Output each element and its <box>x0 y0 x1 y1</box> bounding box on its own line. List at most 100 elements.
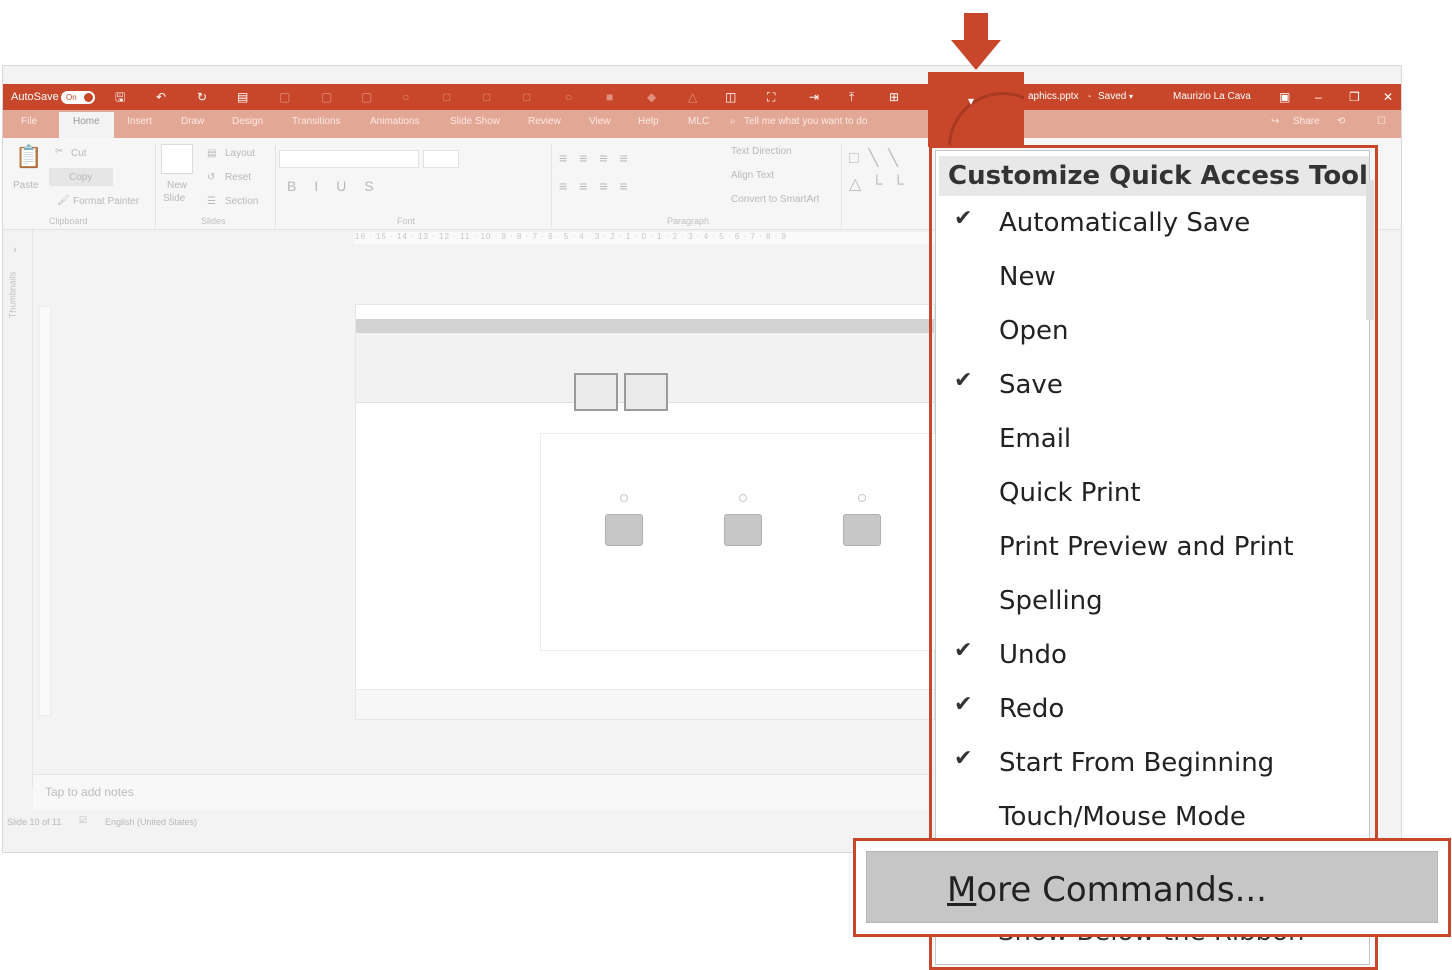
section-button[interactable]: Section <box>225 196 258 207</box>
qat-icon-8[interactable]: ○ <box>565 87 572 107</box>
tab-design[interactable]: Design <box>232 116 263 127</box>
menu-item-print-preview-and-print[interactable]: Print Preview and Print <box>936 522 1369 576</box>
layout-icon[interactable]: ▤ <box>207 148 216 159</box>
tab-draw[interactable]: Draw <box>181 116 204 127</box>
font-format-icons[interactable]: BIUS <box>287 178 392 194</box>
language-status[interactable]: English (United States) <box>105 817 197 827</box>
menu-item-new[interactable]: New <box>936 252 1369 306</box>
section-icon[interactable]: ☰ <box>207 196 216 207</box>
qat-icon-4[interactable]: ○ <box>402 87 409 107</box>
tab-help[interactable]: Help <box>638 116 659 127</box>
decorative-ring <box>948 92 1024 147</box>
qat-icon-10[interactable]: ◆ <box>647 87 656 107</box>
align-text-button[interactable]: Align Text <box>731 170 774 181</box>
menu-item-label: Email <box>999 424 1072 454</box>
table-icon[interactable]: ⊞ <box>889 87 899 107</box>
tab-mlc[interactable]: MLC <box>688 116 709 127</box>
paste-icon[interactable]: 📋 <box>15 144 42 170</box>
customize-qat-dropdown-button[interactable]: ▾ <box>928 72 1024 147</box>
font-size-box[interactable] <box>423 150 459 168</box>
align-right-icon[interactable]: ⇥ <box>809 87 819 107</box>
distribute-icon[interactable]: ◫ <box>725 87 736 107</box>
qat-icon-1[interactable]: ▢ <box>279 87 290 107</box>
qat-icon-7[interactable]: □ <box>523 87 530 107</box>
clipboard-group-label: Clipboard <box>49 216 88 226</box>
saved-status[interactable]: Saved <box>1098 87 1126 107</box>
menu-item-email[interactable]: Email <box>936 414 1369 468</box>
format-painter-button[interactable]: Format Painter <box>73 196 139 207</box>
checkmark-icon: ✔ <box>954 368 973 393</box>
tab-file[interactable]: File <box>21 116 37 127</box>
reset-icon[interactable]: ↺ <box>207 172 215 183</box>
user-name[interactable]: Maurizio La Cava <box>1173 87 1251 107</box>
tab-animations[interactable]: Animations <box>370 116 419 127</box>
menu-item-automatically-save[interactable]: ✔ Automatically Save <box>936 198 1369 252</box>
list-icons[interactable]: ≡≡≡≡ <box>559 150 640 166</box>
menu-item-spelling[interactable]: Spelling <box>936 576 1369 630</box>
fullscreen-icon[interactable]: ⛶ <box>767 87 775 107</box>
notes-placeholder[interactable]: Tap to add notes <box>45 785 134 799</box>
start-from-beginning-icon[interactable]: ▤ <box>237 87 248 107</box>
comments-icon[interactable]: ☐ <box>1377 116 1386 127</box>
more-commands-item[interactable]: More Commands... <box>866 851 1438 923</box>
qat-icon-6[interactable]: □ <box>483 87 490 107</box>
copy-button[interactable]: Copy <box>69 172 92 183</box>
qat-icon-2[interactable]: ▢ <box>321 87 332 107</box>
save-icon[interactable]: 🖫 <box>115 87 125 107</box>
new-slide-label-2[interactable]: Slide <box>163 193 185 204</box>
tab-slide-show[interactable]: Slide Show <box>450 116 500 127</box>
search-icon[interactable]: ⌕ <box>730 116 736 127</box>
qat-icon-9[interactable]: ■ <box>606 87 613 107</box>
autosave-label: AutoSave <box>11 91 59 103</box>
notes-pane[interactable]: Tap to add notes <box>33 774 933 810</box>
tab-insert[interactable]: Insert <box>127 116 152 127</box>
thumbnails-pane[interactable]: › Thumbnails <box>3 230 33 790</box>
layout-button[interactable]: Layout <box>225 148 255 159</box>
text-direction-button[interactable]: Text Direction <box>731 146 792 157</box>
menu-item-start-from-beginning[interactable]: ✔ Start From Beginning <box>936 738 1369 792</box>
menu-item-open[interactable]: Open <box>936 306 1369 360</box>
new-slide-icon[interactable] <box>161 144 193 174</box>
cut-button[interactable]: Cut <box>71 148 87 159</box>
font-name-box[interactable] <box>279 150 419 168</box>
shapes-gallery[interactable]: □╲╲ <box>849 148 908 168</box>
align-icons[interactable]: ≡≡≡≡ <box>559 178 640 194</box>
reset-button[interactable]: Reset <box>225 172 251 183</box>
rectangle-shape <box>843 514 881 546</box>
slide-canvas[interactable] <box>355 304 936 720</box>
restore-icon[interactable]: ❐ <box>1349 87 1360 107</box>
align-top-icon[interactable]: ⤒ <box>849 87 854 107</box>
cut-icon[interactable]: ✂ <box>55 146 63 157</box>
qat-icon-11[interactable]: △ <box>688 87 697 107</box>
menu-scrollbar[interactable] <box>1366 180 1374 320</box>
minimize-icon[interactable]: – <box>1315 87 1322 107</box>
convert-smartart-button[interactable]: Convert to SmartArt <box>731 194 819 205</box>
undo-icon[interactable]: ↶ <box>156 87 166 107</box>
qat-icon-3[interactable]: ▢ <box>361 87 372 107</box>
qat-icon-5[interactable]: □ <box>443 87 450 107</box>
proofing-icon[interactable]: ☑ <box>79 815 87 826</box>
new-slide-label-1[interactable]: New <box>167 180 187 191</box>
tab-view[interactable]: View <box>589 116 611 127</box>
redo-icon[interactable]: ↻ <box>197 87 207 107</box>
menu-item-undo[interactable]: ✔ Undo <box>936 630 1369 684</box>
paste-button[interactable]: Paste <box>13 180 39 191</box>
expand-thumbnails-icon[interactable]: › <box>13 244 17 256</box>
menu-item-redo[interactable]: ✔ Redo <box>936 684 1369 738</box>
tab-transitions[interactable]: Transitions <box>292 116 341 127</box>
menu-item-quick-print[interactable]: Quick Print <box>936 468 1369 522</box>
tab-review[interactable]: Review <box>528 116 561 127</box>
share-button[interactable]: Share <box>1293 116 1320 127</box>
close-icon[interactable]: ✕ <box>1383 87 1393 107</box>
menu-item-save[interactable]: ✔ Save <box>936 360 1369 414</box>
format-painter-icon[interactable]: 🖌 <box>57 195 70 206</box>
tab-home[interactable]: Home <box>59 112 114 138</box>
ruler-scale: 16 · 15 · 14 · 13 · 12 · 11 · 10 · 9 · 8… <box>355 232 787 241</box>
shapes-gallery-row2[interactable]: △└└ <box>849 174 914 194</box>
history-icon[interactable]: ⟲ <box>1337 116 1345 127</box>
autosave-toggle[interactable]: On <box>61 91 95 104</box>
share-icon[interactable]: ↪ <box>1271 116 1279 127</box>
checkmark-icon: ✔ <box>954 692 973 717</box>
tell-me-input[interactable]: Tell me what you want to do <box>744 116 867 127</box>
ribbon-display-icon[interactable]: ▣ <box>1279 87 1290 107</box>
